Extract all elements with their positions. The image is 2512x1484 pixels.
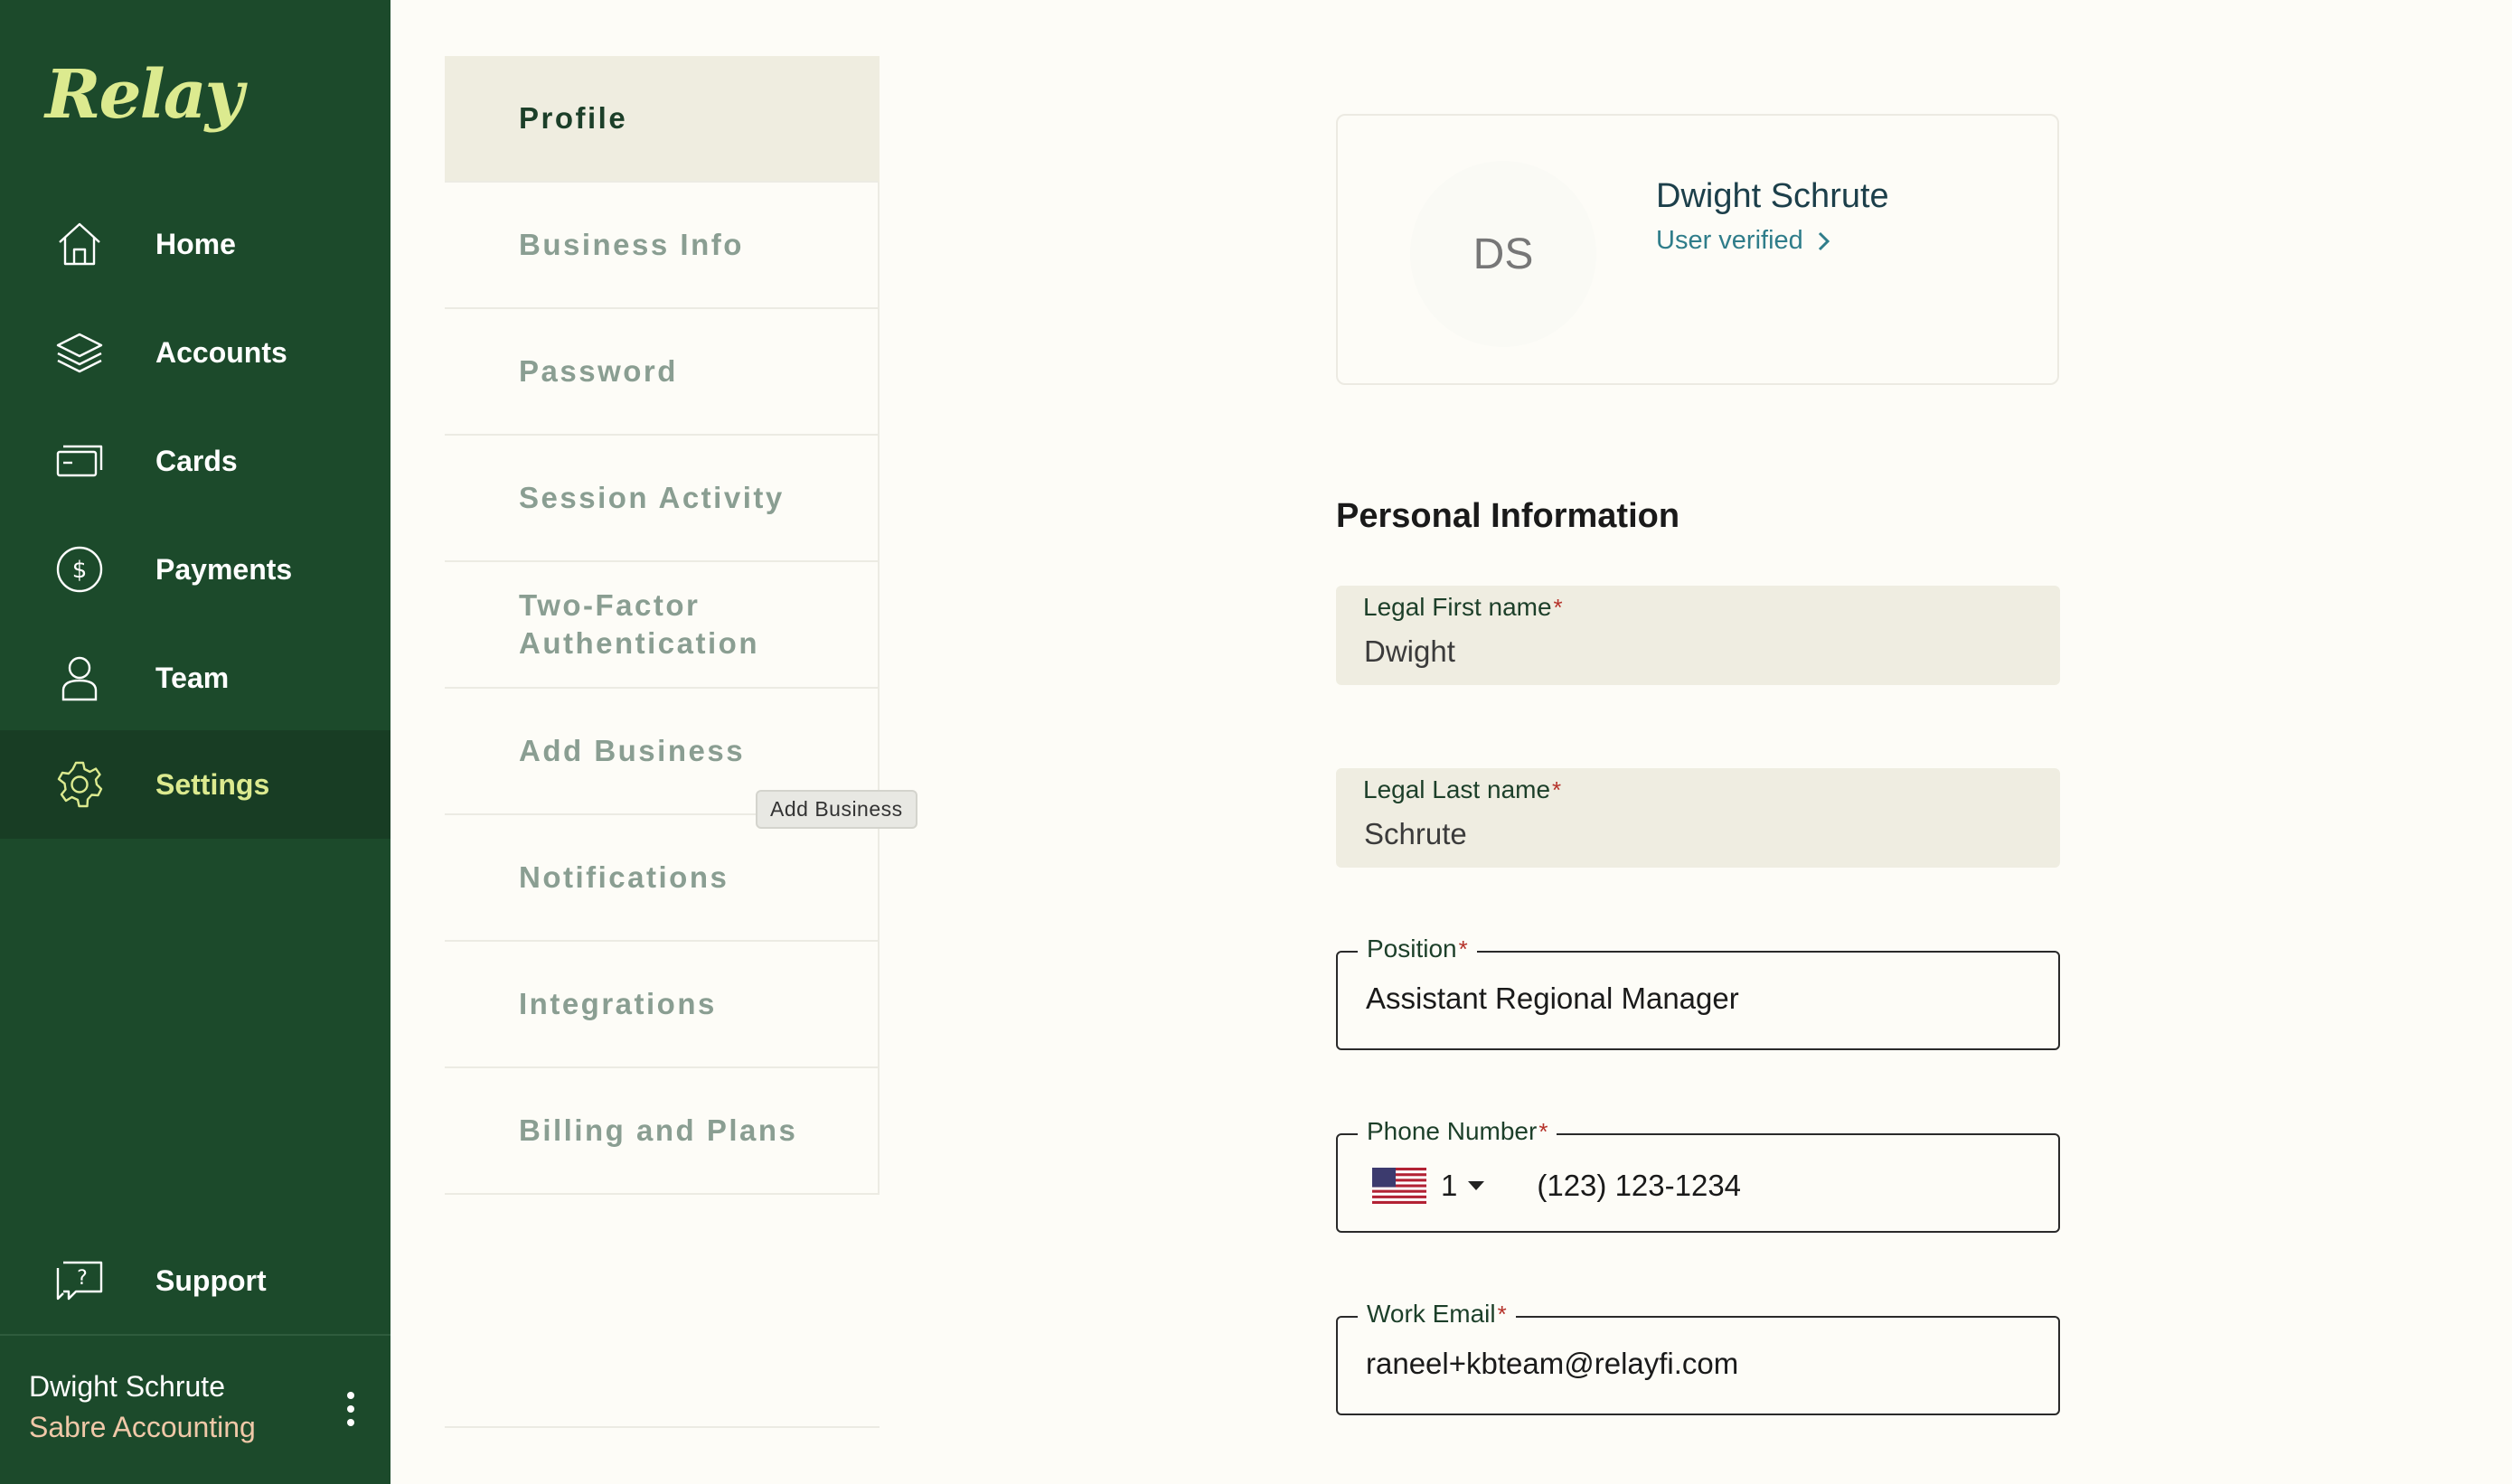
card-icon	[52, 434, 107, 488]
settings-item-business-info[interactable]: Business Info	[445, 183, 880, 309]
add-business-tooltip: Add Business	[756, 790, 917, 829]
field-label: Legal First name *	[1363, 593, 1563, 622]
settings-menu: Profile Business Info Password Session A…	[445, 56, 880, 1197]
more-options-icon[interactable]	[334, 1386, 367, 1432]
field-label: Work Email *	[1358, 1300, 1516, 1329]
sidebar-item-team[interactable]: Team	[0, 624, 390, 732]
layers-icon	[52, 325, 107, 380]
chevron-right-icon	[1818, 231, 1830, 250]
sidebar-item-label: Cards	[155, 444, 238, 477]
required-marker: *	[1538, 1118, 1548, 1145]
last-name-field[interactable]: Legal Last name * Schrute	[1336, 768, 2060, 868]
phone-input-row: 1 (123) 123-1234	[1372, 1166, 1741, 1206]
field-label-text: Legal Last name	[1363, 775, 1551, 803]
verified-label: User verified	[1656, 226, 1803, 255]
sidebar-item-settings[interactable]: Settings	[0, 730, 390, 839]
settings-item-label: Billing and Plans	[519, 1113, 798, 1147]
section-title: Personal Information	[1336, 497, 1680, 535]
user-company: Sabre Accounting	[29, 1411, 256, 1443]
settings-item-billing[interactable]: Billing and Plans	[445, 1068, 880, 1195]
settings-item-label: Notifications	[519, 860, 729, 894]
first-name-field[interactable]: Legal First name * Dwight	[1336, 586, 2060, 685]
relay-logo[interactable]: Relay	[45, 56, 244, 134]
work-email-value: raneel+kbteam@relayfi.com	[1366, 1347, 1739, 1380]
field-label: Legal Last name *	[1363, 775, 1561, 804]
phone-number-value: (123) 123-1234	[1537, 1169, 1742, 1202]
app-root: Relay Home Accounts Cards $ Payments Tea…	[0, 0, 2512, 1484]
profile-card: DS Dwight Schrute User verified	[1336, 114, 2059, 385]
field-label-text: Phone Number	[1367, 1117, 1538, 1145]
sidebar-item-label: Accounts	[155, 335, 287, 369]
user-verified-link[interactable]: User verified	[1656, 226, 1834, 256]
sidebar: Relay Home Accounts Cards $ Payments Tea…	[0, 0, 390, 1484]
phone-number-field[interactable]: Phone Number * 1 (123) 123-1234	[1336, 1117, 2060, 1233]
first-name-value: Dwight	[1364, 634, 1455, 668]
settings-item-label: Business Info	[519, 228, 744, 261]
position-value: Assistant Regional Manager	[1366, 982, 1739, 1015]
field-label: Phone Number *	[1358, 1117, 1557, 1146]
profile-name: Dwight Schrute	[1656, 177, 1889, 215]
us-flag-icon	[1372, 1168, 1426, 1204]
sidebar-divider	[0, 1334, 390, 1336]
settings-item-label: Integrations	[519, 987, 717, 1020]
field-label: Position *	[1358, 935, 1477, 963]
field-label-text: Legal First name	[1363, 593, 1552, 621]
caret-down-icon	[1468, 1181, 1485, 1190]
svg-text:$: $	[72, 557, 88, 584]
required-marker: *	[1552, 776, 1562, 803]
country-code-selector[interactable]: 1	[1372, 1168, 1486, 1204]
settings-item-profile[interactable]: Profile	[445, 56, 880, 183]
settings-item-two-factor[interactable]: Two-Factor Authentication	[445, 562, 880, 689]
sidebar-item-accounts[interactable]: Accounts	[0, 298, 390, 407]
sidebar-item-cards[interactable]: Cards	[0, 407, 390, 515]
user-account[interactable]: Dwight Schrute Sabre Accounting	[29, 1370, 256, 1444]
settings-item-label: Password	[519, 354, 678, 388]
person-icon	[52, 651, 107, 705]
field-label-text: Position	[1367, 935, 1457, 963]
sidebar-item-label: Home	[155, 227, 236, 260]
dollar-icon: $	[52, 542, 107, 596]
sidebar-item-support[interactable]: ? Support	[0, 1226, 390, 1335]
sidebar-item-label: Payments	[155, 552, 293, 586]
required-marker: *	[1458, 935, 1468, 963]
sidebar-item-home[interactable]: Home	[0, 190, 390, 298]
sidebar-item-label: Settings	[155, 767, 270, 801]
svg-text:?: ?	[77, 1267, 88, 1290]
sidebar-item-label: Support	[155, 1263, 267, 1297]
settings-item-label: Add Business	[519, 734, 746, 767]
settings-menu-divider	[445, 1426, 880, 1428]
sidebar-item-label: Team	[155, 661, 230, 694]
sidebar-item-payments[interactable]: $ Payments	[0, 515, 390, 624]
settings-item-label: Session Activity	[519, 481, 785, 514]
settings-item-password[interactable]: Password	[445, 309, 880, 436]
user-name: Dwight Schrute	[29, 1370, 225, 1403]
required-marker: *	[1553, 594, 1563, 621]
field-label-text: Work Email	[1367, 1300, 1496, 1328]
position-field[interactable]: Position * Assistant Regional Manager	[1336, 935, 2060, 1050]
help-icon: ?	[52, 1254, 107, 1308]
settings-item-label: Profile	[519, 101, 628, 135]
settings-item-integrations[interactable]: Integrations	[445, 942, 880, 1068]
required-marker: *	[1497, 1301, 1507, 1328]
country-code: 1	[1441, 1169, 1458, 1202]
last-name-value: Schrute	[1364, 817, 1467, 850]
settings-item-session-activity[interactable]: Session Activity	[445, 436, 880, 562]
settings-item-label: Two-Factor Authentication	[519, 588, 759, 660]
home-icon	[52, 217, 107, 271]
avatar: DS	[1410, 161, 1596, 347]
gear-icon	[52, 757, 107, 812]
work-email-field[interactable]: Work Email * raneel+kbteam@relayfi.com	[1336, 1300, 2060, 1415]
settings-item-notifications[interactable]: Notifications	[445, 815, 880, 942]
